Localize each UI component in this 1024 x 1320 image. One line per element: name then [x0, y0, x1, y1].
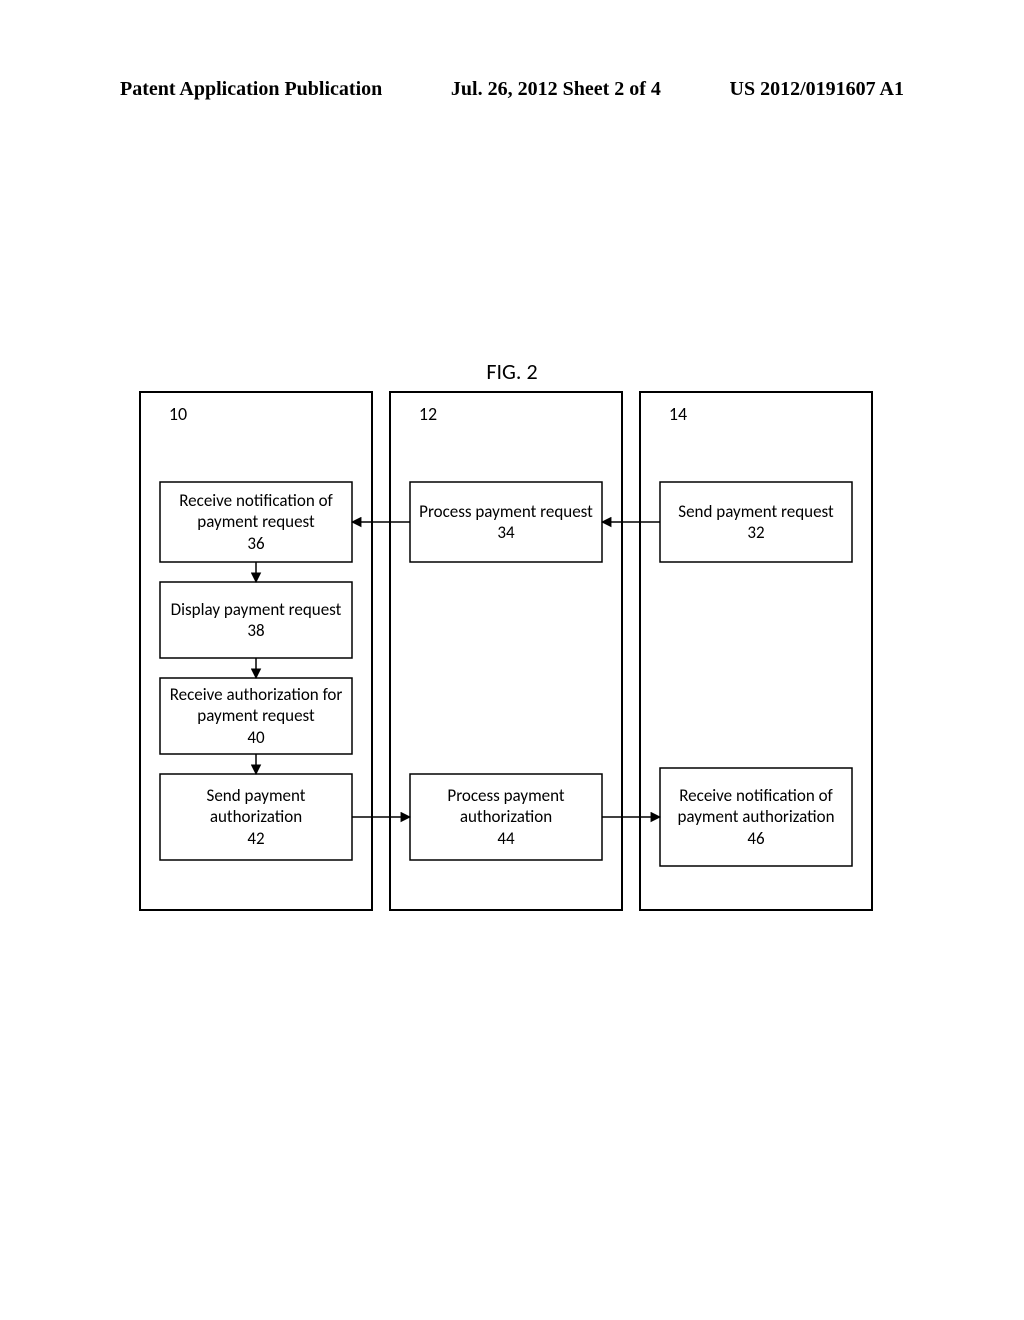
figure-title: FIG. 2 [0, 358, 1024, 385]
box-36-text: Receive notification of payment request [166, 490, 346, 533]
box-34-content: Process payment request 34 [410, 482, 602, 562]
box-38-num: 38 [171, 620, 342, 641]
header-center: Jul. 26, 2012 Sheet 2 of 4 [451, 78, 661, 101]
box-40-num: 40 [166, 727, 346, 748]
box-40-text: Receive authorization for payment reques… [166, 684, 346, 727]
box-34-text: Process payment request [419, 501, 593, 522]
flow-diagram: 10 12 14 Receive notification of payment… [140, 392, 884, 910]
lane-10-label: 10 [148, 400, 208, 428]
box-44-text: Process payment authorization [416, 785, 596, 828]
box-46-content: Receive notification of payment authoriz… [660, 768, 852, 866]
box-32-text: Send payment request [678, 501, 833, 522]
box-44-content: Process payment authorization 44 [410, 774, 602, 860]
box-32-num: 32 [678, 522, 833, 543]
header-right: US 2012/0191607 A1 [730, 78, 904, 101]
box-44-num: 44 [416, 828, 596, 849]
box-36-content: Receive notification of payment request … [160, 482, 352, 562]
box-38-content: Display payment request 38 [160, 582, 352, 658]
box-42-num: 42 [166, 828, 346, 849]
lane-12-label: 12 [398, 400, 458, 428]
header-left: Patent Application Publication [120, 78, 382, 101]
box-46-text: Receive notification of payment authoriz… [666, 785, 846, 828]
lane-14-label: 14 [648, 400, 708, 428]
box-40-content: Receive authorization for payment reques… [160, 678, 352, 754]
box-38-text: Display payment request [171, 599, 342, 620]
diagram-svg: 10 12 14 Receive notification of payment… [140, 392, 884, 910]
box-32-content: Send payment request 32 [660, 482, 852, 562]
page-header: Patent Application Publication Jul. 26, … [120, 78, 904, 101]
box-42-content: Send payment authorization 42 [160, 774, 352, 860]
box-46-num: 46 [666, 828, 846, 849]
box-34-num: 34 [419, 522, 593, 543]
box-36-num: 36 [166, 533, 346, 554]
box-42-text: Send payment authorization [166, 785, 346, 828]
